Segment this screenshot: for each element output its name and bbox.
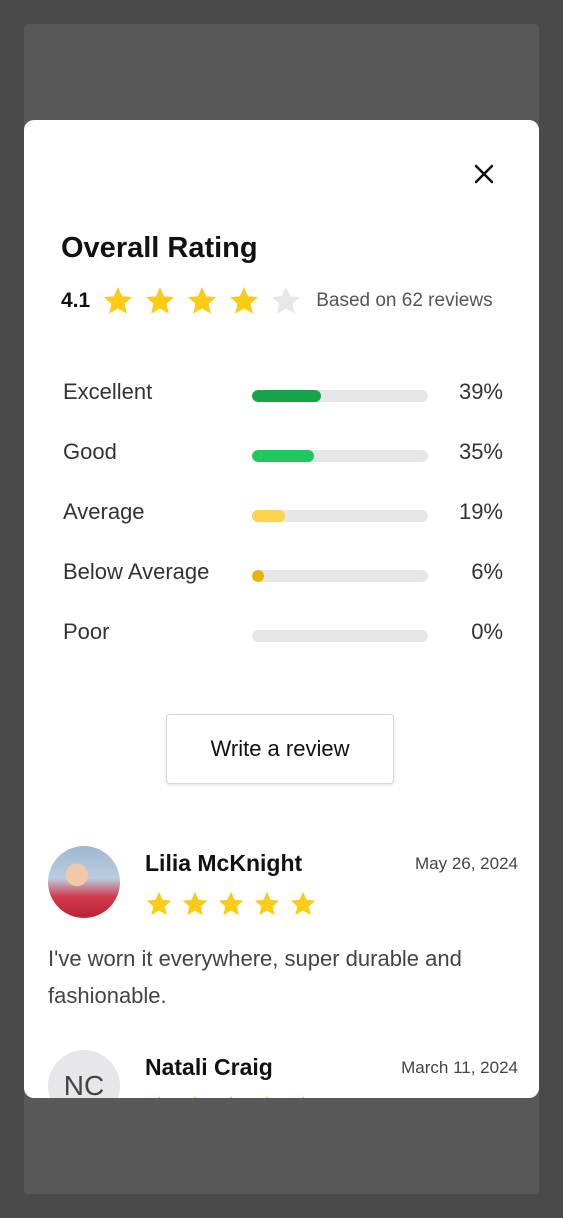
breakdown-percent: 39% [458, 379, 503, 404]
review-stars [145, 1094, 325, 1098]
breakdown-percent: 35% [458, 439, 503, 464]
rating-modal: Overall Rating 4.1 Based on 62 reviews E… [24, 120, 539, 1098]
overall-rating: 4.1 Based on 62 reviews [61, 284, 531, 318]
rating-count: Based on 62 reviews [316, 290, 493, 311]
breakdown-row-below-average: Below Average 6% [63, 556, 503, 616]
star-icon [188, 287, 217, 314]
breakdown-label: Average [63, 499, 145, 524]
reviewer-name: Lilia McKnight [145, 850, 303, 876]
page-title: Overall Rating [61, 232, 258, 264]
breakdown-label: Excellent [63, 379, 153, 404]
star-icon [254, 891, 280, 916]
close-icon [474, 164, 494, 184]
star-icon [157, 1095, 161, 1098]
breakdown-bar [252, 390, 428, 402]
star-icon [104, 287, 133, 314]
avatar: NC [48, 1050, 120, 1098]
review-stars [145, 890, 325, 918]
star-icon [301, 1095, 305, 1098]
review-text: I've worn it everywhere, super durable a… [48, 946, 462, 1008]
breakdown-bar-fill [252, 390, 321, 402]
breakdown-label: Good [63, 439, 117, 464]
breakdown-row-excellent: Excellent 39% [63, 376, 503, 436]
star-icon [193, 1095, 197, 1098]
breakdown-bar [252, 630, 428, 642]
star-icon [229, 1095, 233, 1098]
review-date: May 26, 2024 [414, 854, 518, 873]
breakdown-label: Poor [63, 619, 110, 644]
reviewer-name: Natali Craig [145, 1054, 273, 1080]
breakdown-row-good: Good 35% [63, 436, 503, 496]
review-date: March 11, 2024 [401, 1058, 518, 1077]
review-item: Lilia McKnight May 26, 2024 I've worn it… [48, 846, 518, 1026]
star-icon [218, 891, 244, 916]
breakdown-bar [252, 570, 428, 582]
breakdown-row-poor: Poor 0% [63, 616, 503, 676]
star-icon [182, 891, 208, 916]
write-review-button[interactable]: Write a review [166, 714, 394, 784]
star-icon [146, 891, 172, 916]
overall-stars [102, 285, 312, 317]
breakdown-bar-fill [252, 570, 265, 582]
star-icon [146, 287, 175, 314]
close-button[interactable] [468, 158, 500, 190]
breakdown-bar-fill [252, 450, 314, 462]
breakdown-label: Below Average [63, 559, 210, 584]
breakdown-percent: 6% [471, 559, 503, 584]
rating-breakdown: Excellent 39% Good 35% Average 19% Below… [63, 376, 503, 676]
breakdown-bar [252, 450, 428, 462]
breakdown-bar [252, 510, 428, 522]
breakdown-row-average: Average 19% [63, 496, 503, 556]
breakdown-percent: 19% [458, 499, 503, 524]
review-item: NC Natali Craig March 11, 2024 [48, 1050, 518, 1098]
star-icon [265, 1095, 269, 1098]
star-icon [230, 287, 259, 314]
avatar [48, 846, 120, 918]
star-icon [290, 891, 316, 916]
breakdown-bar-fill [252, 510, 286, 522]
breakdown-percent: 0% [471, 619, 503, 644]
rating-value: 4.1 [61, 289, 91, 312]
star-icon [272, 287, 301, 314]
